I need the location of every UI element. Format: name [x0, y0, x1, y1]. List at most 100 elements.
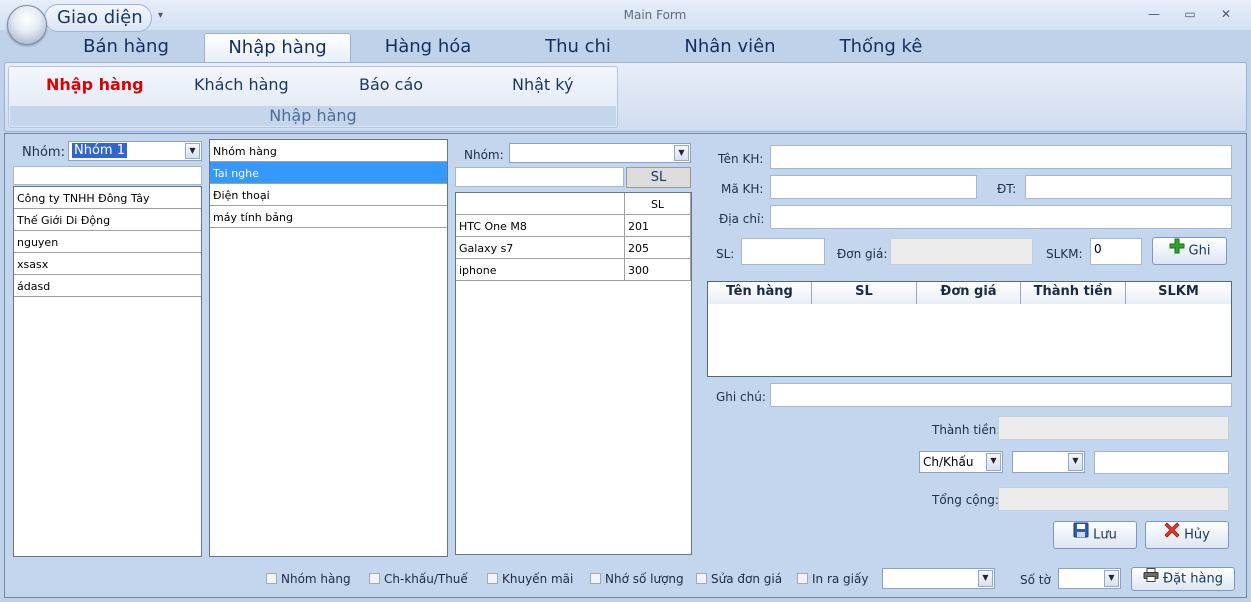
discount-type-select[interactable]: ▼ — [1012, 451, 1085, 473]
customer-search-input[interactable] — [13, 166, 202, 185]
chevron-down-icon[interactable]: ▼ — [986, 453, 1001, 471]
don-gia-input — [890, 238, 1033, 265]
tab-nhan-vien[interactable]: Nhân viên — [670, 33, 790, 63]
checkbox-sua-don-gia[interactable]: Sửa đơn giá — [696, 572, 782, 586]
group-label: Nhóm: — [22, 145, 65, 160]
order-col-sl[interactable]: SL — [812, 282, 917, 304]
ribbon-button-khach-hang[interactable]: Khách hàng — [194, 75, 289, 94]
list-item[interactable]: xsasx — [14, 253, 201, 275]
checkbox-box[interactable] — [266, 573, 277, 584]
cancel-x-icon — [1164, 522, 1180, 548]
checkbox-label: In ra giấy — [812, 572, 869, 586]
ghi-chu-label: Ghi chú: — [716, 390, 766, 404]
ten-kh-input[interactable] — [770, 145, 1232, 169]
so-to-label: Số tờ — [1020, 573, 1051, 587]
ribbon-button-bao-cao[interactable]: Báo cáo — [359, 75, 423, 94]
tab-nhap-hang[interactable]: Nhập hàng — [204, 33, 351, 63]
chevron-down-icon[interactable]: ▼ — [674, 145, 689, 161]
checkbox-box[interactable] — [590, 573, 601, 584]
tab-thong-ke[interactable]: Thống kê — [826, 33, 936, 63]
plus-icon — [1169, 238, 1185, 264]
product-sl-cell[interactable]: 300 — [625, 259, 691, 281]
application-menu-button[interactable] — [7, 5, 47, 45]
category-header: Nhóm hàng — [210, 140, 447, 162]
quick-access-label[interactable]: Giao diện — [57, 7, 143, 28]
product-group-label: Nhóm: — [464, 148, 504, 162]
so-to-select[interactable]: ▼ — [1058, 568, 1121, 589]
checkbox-label: Nhóm hàng — [281, 572, 351, 586]
ribbon-button-nhat-ky[interactable]: Nhật ký — [512, 75, 573, 94]
ma-kh-input[interactable] — [770, 175, 977, 199]
thanh-tien-input — [998, 416, 1229, 440]
sl-button[interactable]: SL — [626, 167, 691, 188]
chevron-down-icon[interactable]: ▼ — [185, 143, 200, 159]
product-name-cell[interactable]: Galaxy s7 — [456, 237, 625, 259]
customize-qat-icon[interactable]: ▾ — [158, 10, 163, 21]
checkbox-label: Ch-khấu/Thuế — [384, 572, 468, 586]
dia-chi-label: Địa chỉ: — [719, 212, 765, 226]
tab-thu-chi[interactable]: Thu chi — [530, 33, 626, 63]
don-gia-label: Đơn giá: — [837, 247, 888, 261]
order-col-thanh-tien[interactable]: Thành tiền — [1021, 282, 1126, 304]
checkbox-in-ra-giay[interactable]: In ra giấy — [797, 572, 868, 586]
slkm-input[interactable]: 0 — [1090, 238, 1142, 265]
product-search-input[interactable] — [455, 167, 624, 187]
product-sl-cell[interactable]: 201 — [625, 215, 691, 237]
product-col-sl-header: SL — [625, 193, 691, 215]
dt-input[interactable] — [1025, 175, 1232, 199]
ten-kh-label: Tên KH: — [718, 152, 764, 166]
order-col-don-gia[interactable]: Đơn giá — [917, 282, 1021, 304]
checkbox-box[interactable] — [369, 573, 380, 584]
checkbox-nhom-hang[interactable]: Nhóm hàng — [266, 572, 351, 586]
dt-label: ĐT: — [997, 182, 1017, 196]
slkm-label: SLKM: — [1046, 247, 1083, 261]
maximize-icon[interactable]: ▭ — [1176, 4, 1204, 24]
customer-group-value: Nhóm 1 — [72, 143, 127, 158]
sl-input[interactable] — [741, 238, 825, 265]
product-name-cell[interactable]: HTC One M8 — [456, 215, 625, 237]
dia-chi-input[interactable] — [770, 205, 1232, 229]
huy-button[interactable]: Hủy — [1145, 521, 1229, 549]
list-item[interactable]: Thế Giới Di Động — [14, 209, 201, 231]
checkbox-box[interactable] — [487, 573, 498, 584]
checkbox-box[interactable] — [696, 573, 707, 584]
product-grid: SL HTC One M8 201 Galaxy s7 205 iphone 3… — [455, 192, 692, 555]
product-group-select[interactable]: ▼ — [509, 143, 691, 163]
printer-select[interactable]: ▼ — [882, 568, 995, 589]
ribbon-button-nhap-hang[interactable]: Nhập hàng — [46, 75, 144, 94]
product-name-cell[interactable]: iphone — [456, 259, 625, 281]
list-item[interactable]: máy tính bảng — [210, 206, 447, 228]
checkbox-ch-khau-thue[interactable]: Ch-khấu/Thuế — [369, 572, 468, 586]
list-item[interactable]: ádasd — [14, 275, 201, 297]
chevron-down-icon[interactable]: ▼ — [1068, 453, 1083, 471]
ribbon-group-caption: Nhập hàng — [10, 106, 616, 126]
chevron-down-icon[interactable]: ▼ — [1104, 570, 1119, 587]
checkbox-box[interactable] — [797, 573, 808, 584]
printer-icon — [1143, 568, 1159, 590]
checkbox-khuyen-mai[interactable]: Khuyến mãi — [487, 572, 573, 586]
discount-value-input[interactable] — [1094, 451, 1229, 474]
tong-cong-label: Tổng cộng: — [932, 493, 999, 507]
list-item[interactable]: nguyen — [14, 231, 201, 253]
list-item[interactable]: Điện thoại — [210, 184, 447, 206]
checkbox-label: Nhớ số lượng — [605, 572, 684, 586]
order-col-slkm[interactable]: SLKM — [1126, 282, 1231, 304]
tab-hang-hoa[interactable]: Hàng hóa — [372, 33, 484, 63]
ma-kh-label: Mã KH: — [721, 182, 764, 196]
customer-group-select[interactable]: Nhóm 1 ▼ — [68, 141, 202, 161]
dat-hang-button[interactable]: Đặt hàng — [1131, 567, 1235, 591]
close-icon[interactable]: ✕ — [1212, 4, 1240, 24]
luu-button[interactable]: Lưu — [1053, 521, 1137, 549]
huy-button-label: Hủy — [1184, 527, 1210, 543]
product-sl-cell[interactable]: 205 — [625, 237, 691, 259]
checkbox-nho-so-luong[interactable]: Nhớ số lượng — [590, 572, 684, 586]
list-item[interactable]: Công ty TNHH Đông Tây — [14, 187, 201, 209]
ghi-button[interactable]: Ghi — [1152, 237, 1227, 265]
ghi-chu-input[interactable] — [770, 383, 1232, 407]
chiet-khau-select[interactable]: Ch/Khấu ▼ — [919, 451, 1003, 473]
minimize-icon[interactable]: — — [1140, 4, 1168, 24]
tab-ban-hang[interactable]: Bán hàng — [66, 33, 186, 63]
chevron-down-icon[interactable]: ▼ — [978, 570, 993, 587]
order-col-ten-hang[interactable]: Tên hàng — [708, 282, 812, 304]
list-item[interactable]: Tai nghe — [210, 162, 447, 184]
